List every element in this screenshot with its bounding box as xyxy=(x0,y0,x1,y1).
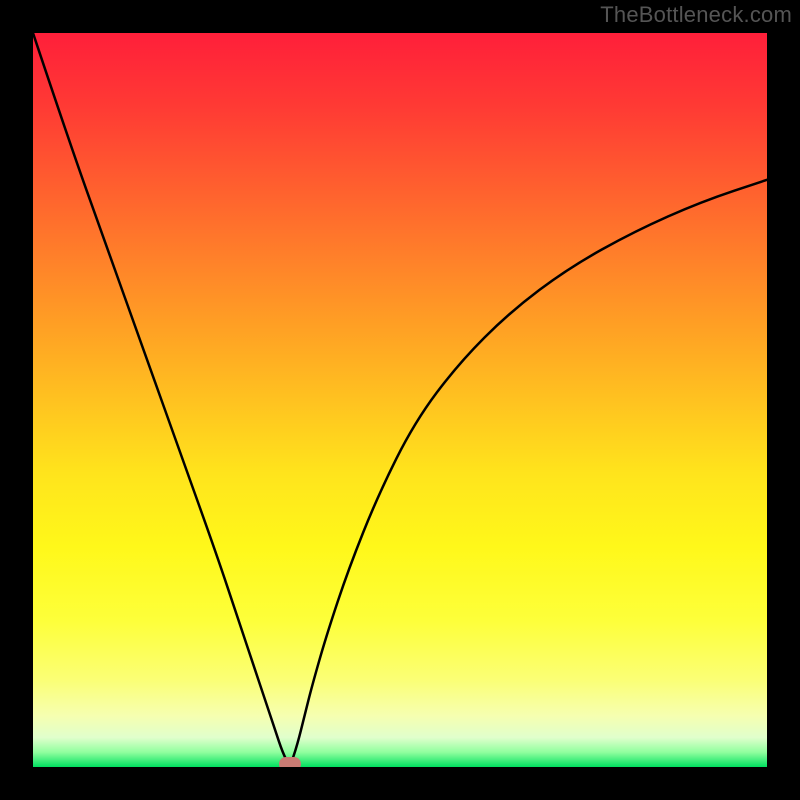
optimum-marker xyxy=(279,757,301,767)
plot-area xyxy=(33,33,767,767)
chart-frame: TheBottleneck.com xyxy=(0,0,800,800)
bottleneck-curve xyxy=(33,33,767,767)
watermark-label: TheBottleneck.com xyxy=(600,2,792,28)
